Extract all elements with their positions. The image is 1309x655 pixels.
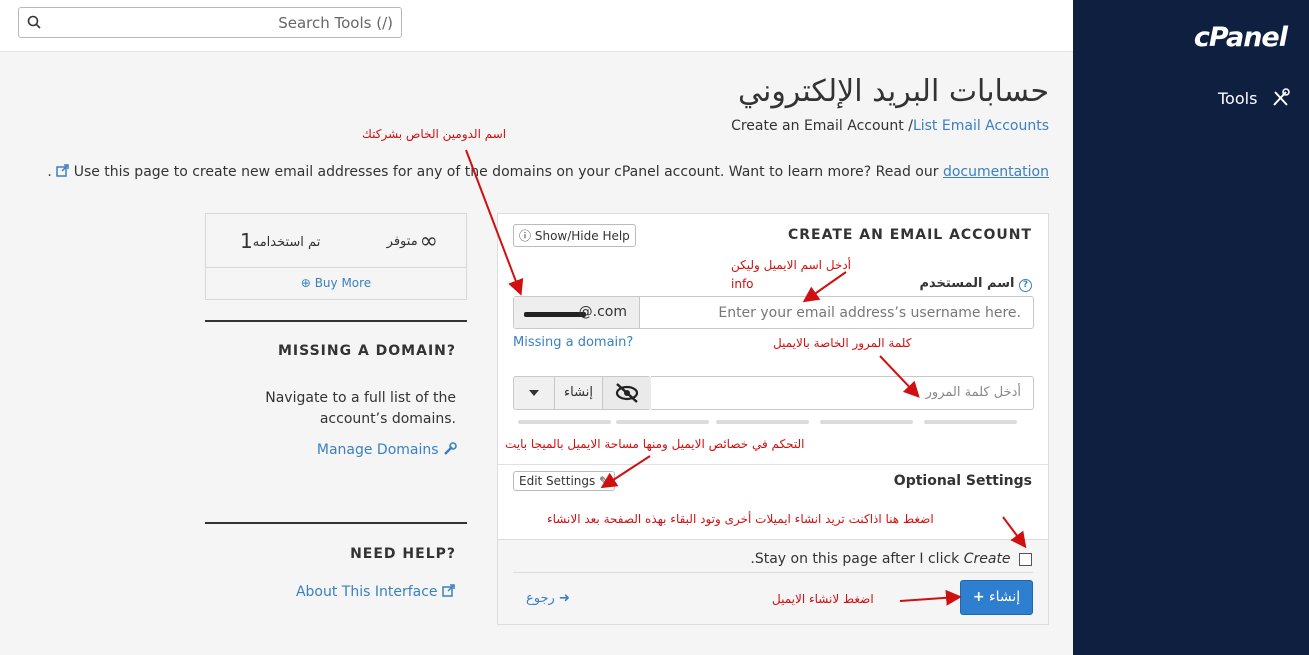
password-strength-bar [518,420,611,424]
username-label-row: اسم المستخدم ? [919,276,1032,292]
annotation-domain: اسم الدومين الخاص بشركتك [362,127,507,141]
generate-options-dropdown[interactable] [514,377,555,409]
username-label: اسم المستخدم [919,276,1015,291]
sidebar-item-label: Tools [1218,89,1258,108]
password-strength-bar [616,420,709,424]
about-interface-link[interactable]: About This Interface [296,584,455,600]
external-link-icon [56,164,69,177]
intro-end: . [47,164,52,180]
panel-title: CREATE AN EMAIL ACCOUNT [787,227,1032,243]
arrow-right-icon: ➜ [558,591,570,606]
annotation-create: اضغط لانشاء الايميل [772,592,874,606]
search-placeholder: Search Tools (/) [278,14,393,32]
missing-domain-heading: MISSING A DOMAIN? [277,343,456,359]
plus-icon: + [972,589,985,605]
domain-addon[interactable]: @.com [514,297,640,328]
stay-label: Stay on this page after I click [754,551,960,567]
username-input[interactable]: Enter your email address’s username here… [718,305,1021,321]
buy-more-label: Buy More [314,276,372,290]
show-hide-help-label: Show/Hide Help [534,229,630,243]
edit-settings-label: Edit Settings [519,474,596,488]
need-help-heading: NEED HELP? [350,546,456,562]
password-input[interactable]: أدخل كلمة المرور [651,376,1034,410]
stats-row: تم استخدامه1 متوفر∞ [206,214,466,268]
password-strength-bar [820,420,913,424]
breadcrumb-current: Create an Email Account [731,118,904,134]
annotation-settings: التحكم في خصائص الايميل ومنها مساحة الاي… [505,437,805,451]
show-hide-help-button[interactable]: ⓘ Show/Hide Help [513,224,636,247]
missing-domain-link[interactable]: Missing a domain? [513,335,633,350]
stay-create-word: Create [963,551,1011,567]
usage-stats: تم استخدامه1 متوفر∞ ⊕ Buy More [205,213,467,300]
caret-down-icon [529,390,539,396]
used-count: تم استخدامه1 [236,229,320,253]
edit-settings-button[interactable]: Edit Settings ✎ [513,471,616,491]
password-placeholder: أدخل كلمة المرور [925,385,1021,400]
breadcrumb: Create an Email Account /List Email Acco… [731,118,1049,134]
used-value: 1 [240,229,253,253]
form-footer: .Stay on this page after I click Create … [498,539,1048,624]
available-value: ∞ [419,229,438,254]
generate-password-button[interactable]: إنشاء [555,377,603,409]
password-strength-bar [924,420,1017,424]
eye-slash-icon [615,383,639,403]
sidebar-item-tools[interactable]: Tools [1218,88,1291,108]
create-label: إنشاء [989,589,1021,605]
back-label: رجوع [526,591,555,606]
optional-settings-heading: Optional Settings [893,473,1032,489]
manage-domains-label: Manage Domains [316,442,439,458]
help-icon[interactable]: ? [1019,279,1032,292]
intro-body: Use this page to create new email addres… [73,164,943,180]
create-email-panel: CREATE AN EMAIL ACCOUNT ⓘ Show/Hide Help… [497,213,1049,625]
about-interface-label: About This Interface [295,584,438,600]
manage-domains-link[interactable]: Manage Domains [317,442,457,458]
divider [513,572,1033,573]
toggle-password-visibility-button[interactable] [603,377,651,409]
stay-on-page-option[interactable]: .Stay on this page after I click Create [750,551,1032,567]
annotation-username: أدخل اسم الايميل وليكن [731,258,851,272]
divider [205,522,467,524]
plus-circle-icon: ⊕ [300,276,311,290]
redacted-domain [524,312,586,317]
pencil-icon: ✎ [599,474,610,488]
tools-icon [1272,88,1290,106]
password-strength-bar [716,420,809,424]
annotation-stay: اضغط هنا اذاكنت تريد انشاء ايميلات أخرى … [547,512,934,526]
missing-domain-text: Navigate to a full list of the account’s… [265,390,456,427]
available-count: متوفر∞ [387,229,438,254]
search-tools-input[interactable]: Search Tools (/) [18,7,402,38]
breadcrumb-link-list-accounts[interactable]: List Email Accounts [913,118,1049,134]
divider [498,464,1048,465]
question-circle-icon: ⓘ [519,229,532,243]
password-field-group: إنشاء أدخل كلمة المرور [513,376,1034,410]
search-icon [27,15,41,29]
annotation-password: كلمة المرور الخاصة بالايميل [773,336,912,350]
create-button[interactable]: + إنشاء [960,580,1033,615]
annotation-username-example: info [731,277,754,291]
stay-on-page-checkbox[interactable] [1019,552,1032,566]
password-button-group: إنشاء [513,376,651,410]
page-title: حسابات البريد الإلكتروني [737,74,1049,109]
username-field-group: @.com Enter your email address’s usernam… [513,296,1034,329]
back-button[interactable]: رجوع ➜ [526,591,570,606]
used-label: تم استخدامه [252,235,321,250]
divider [205,320,467,322]
buy-more-link[interactable]: ⊕ Buy More [206,276,466,290]
external-link-icon [442,584,455,597]
documentation-link[interactable]: documentation [943,164,1049,180]
available-label: متوفر [386,234,418,249]
cpanel-logo[interactable]: cPanel [1194,22,1288,53]
wrench-icon [444,442,457,455]
domain-suffix: @.com [578,304,627,320]
intro-text: . Use this page to create new email addr… [47,164,1049,180]
